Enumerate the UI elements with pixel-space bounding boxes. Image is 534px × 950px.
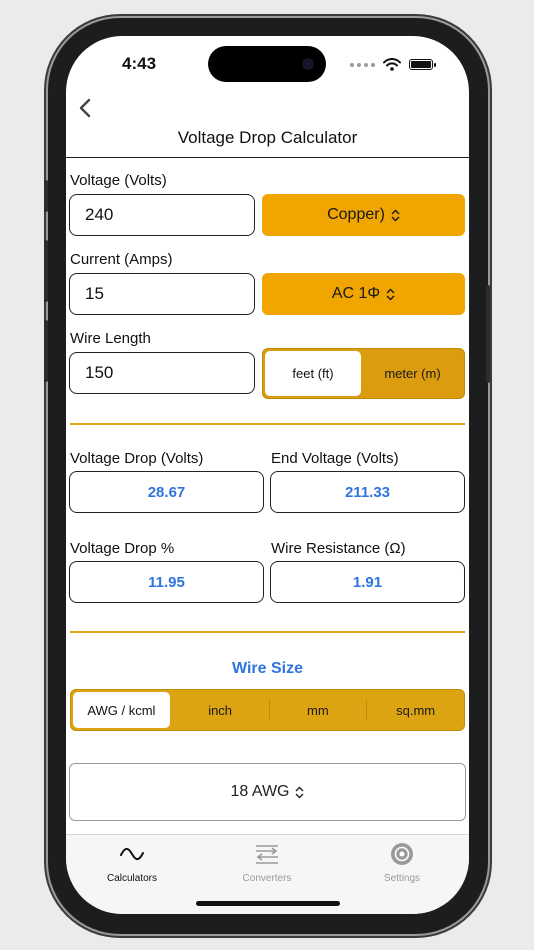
wire-resistance-value: 1.91 [270,561,465,603]
phase-picker-label: AC 1Φ [331,285,381,302]
phase-picker[interactable]: AC 1Φ [262,273,465,315]
battery-icon [409,59,436,70]
current-label: Current (Amps) [70,251,173,268]
tab-settings-label: Settings [383,873,421,884]
back-chevron-icon[interactable] [74,96,98,120]
wire-size-value: 18 AWG [230,783,290,800]
end-voltage-value: 211.33 [270,471,465,513]
wifi-icon [383,58,401,71]
app-screen: 4:43 Voltage Drop Calculator Voltage (Vo… [66,36,469,914]
signal-dots-icon [350,62,375,67]
unit-awg-segment[interactable]: AWG / kcml [73,692,170,728]
voltage-drop-label: Voltage Drop (Volts) [70,450,204,467]
home-indicator [196,901,340,906]
unit-inch-segment[interactable]: inch [172,690,269,730]
status-time: 4:43 [122,54,157,73]
tab-calculators-label: Calculators [106,873,158,884]
dynamic-island [208,46,326,82]
nav-divider [66,157,469,158]
up-down-chevron-icon [391,209,400,221]
material-picker[interactable]: Copper) [262,194,465,236]
up-down-chevron-icon [386,288,395,300]
voltage-drop-pct-label: Voltage Drop % [70,540,175,557]
power-button [486,285,490,383]
material-picker-label: Copper) [327,206,385,223]
unit-feet-segment[interactable]: feet (ft) [265,351,361,396]
section-divider [70,631,465,633]
voltage-label: Voltage (Volts) [70,172,167,189]
wire-size-unit-segmented: AWG / kcml inch mm sq.mm [70,689,465,731]
voltage-input[interactable]: 240 [69,194,255,236]
section-divider [70,423,465,425]
unit-meter-segment[interactable]: meter (m) [363,351,462,396]
wire-resistance-label: Wire Resistance (Ω) [271,540,406,557]
up-down-chevron-icon [295,786,304,798]
unit-sqmm-segment[interactable]: sq.mm [367,690,464,730]
tab-converters[interactable]: Converters [212,841,322,884]
wire-length-label: Wire Length [70,330,151,347]
volume-down-button [44,320,48,382]
volume-up-button [44,240,48,302]
unit-mm-segment[interactable]: mm [270,690,367,730]
voltage-drop-pct-value: 11.95 [69,561,264,603]
status-icons [350,58,436,71]
end-voltage-label: End Voltage (Volts) [271,450,399,467]
sine-wave-icon [119,841,145,867]
wire-size-picker[interactable]: 18 AWG [69,763,466,821]
swap-arrows-icon [254,841,280,867]
voltage-drop-value: 28.67 [69,471,264,513]
length-unit-segmented: feet (ft) meter (m) [262,348,465,399]
action-button [44,180,48,212]
tab-converters-label: Converters [242,873,292,884]
tab-settings[interactable]: Settings [347,841,457,884]
gear-icon [389,841,415,867]
wire-length-input[interactable]: 150 [69,352,255,394]
page-title: Voltage Drop Calculator [177,128,358,147]
current-input[interactable]: 15 [69,273,255,315]
tab-calculators[interactable]: Calculators [77,841,187,884]
wire-size-title: Wire Size [232,660,303,677]
